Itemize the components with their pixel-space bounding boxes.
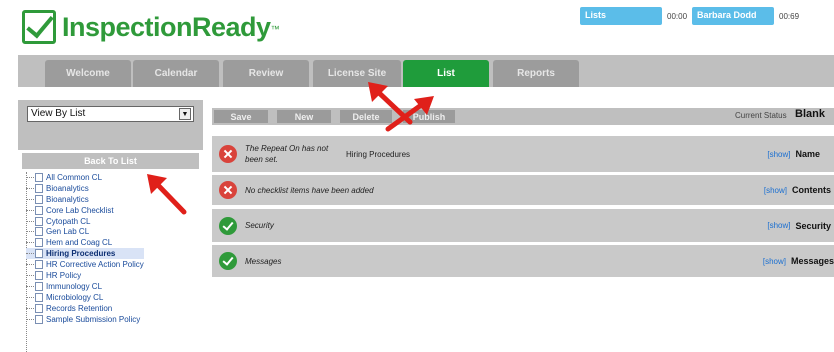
show-link[interactable]: [show] [763,257,786,266]
app-logo: InspectionReady ™ [22,10,280,44]
document-icon [35,292,43,302]
tree-item-selected[interactable]: Hiring Procedures [26,248,144,260]
tree-item[interactable]: Cytopath CL [26,216,144,227]
back-to-list-button[interactable]: Back To List [22,153,199,169]
check-logo-icon [22,10,56,44]
timer-1: 00:00 [667,11,688,21]
tab-review[interactable]: Review [223,60,309,87]
document-icon [35,249,43,259]
row-right: [show] Contents [764,185,831,195]
tree-item[interactable]: Sample Submission Policy [26,314,144,325]
top-status-bar: Lists 00:00 Barbara Dodd 00:69 [580,7,804,25]
row-message: Security [245,221,274,230]
row-right: [show] Security [767,221,831,231]
tab-reports[interactable]: Reports [493,60,579,87]
tree-item[interactable]: Hem and Coag CL [26,237,144,248]
document-icon [35,216,43,226]
row-checklist-name: Hiring Procedures [346,149,411,159]
row-section-name: Contents [792,185,831,195]
row-section-name: Messages [790,256,834,266]
document-icon [35,205,43,215]
row-section-name: Name [795,149,820,159]
document-icon [35,281,43,291]
view-by-select-value: View By List [31,108,86,119]
validation-row-name: The Repeat On has not been set. Hiring P… [212,136,834,172]
delete-button[interactable]: Delete [340,110,392,123]
validation-row-security: Security [show] Security [212,209,834,242]
red-arrow-pointer [147,174,187,215]
error-x-icon [219,145,237,163]
row-message: No checklist items have been added [245,185,374,195]
document-icon [35,314,43,324]
document-icon [35,227,43,237]
tree-item[interactable]: HR Policy [26,270,144,281]
row-message: Messages [245,256,282,266]
current-status-value: Blank [795,108,825,120]
document-icon [35,303,43,313]
tab-calendar[interactable]: Calendar [133,60,219,87]
tree-item[interactable]: Records Retention [26,303,144,314]
dropdown-arrow-icon[interactable]: ▼ [179,108,191,120]
tree-item[interactable]: Bioanalytics [26,194,144,205]
tree-item[interactable]: HR Corrective Action Policy [26,259,144,270]
view-by-select[interactable]: View By List ▼ [27,106,194,122]
row-right: [show] Name [767,149,820,159]
success-check-icon [219,216,237,235]
row-message: The Repeat On has not been set. [245,144,329,164]
checklist-tree: All Common CL Bioanalytics Bioanalytics … [26,172,144,324]
document-icon [35,238,43,248]
tab-welcome[interactable]: Welcome [45,60,131,87]
tab-license-site[interactable]: License Site [313,60,401,87]
current-status-label: Current Status [735,111,787,120]
document-icon [35,260,43,270]
tree-item[interactable]: Immunology CL [26,281,144,292]
lists-pill[interactable]: Lists [580,7,662,25]
document-icon [35,172,43,182]
trademark: ™ [270,24,280,34]
document-icon [35,194,43,204]
validation-row-messages: Messages [show] Messages [212,245,834,277]
tree-item[interactable]: All Common CL [26,172,144,183]
show-link[interactable]: [show] [767,221,790,230]
row-section-name: Security [795,220,831,231]
tree-item[interactable]: Gen Lab CL [26,226,144,237]
tree-item[interactable]: Core Lab Checklist [26,205,144,216]
error-x-icon [219,181,237,199]
save-button[interactable]: Save [214,110,268,123]
show-link[interactable]: [show] [764,186,787,195]
row-right: [show] Messages [763,256,834,266]
document-icon [35,183,43,193]
tree-item[interactable]: Bioanalytics [26,183,144,194]
tree-item[interactable]: Microbiology CL [26,292,144,303]
tab-list[interactable]: List [403,60,489,87]
success-check-icon [219,252,237,270]
timer-2: 00:69 [779,11,800,21]
logo-text: InspectionReady [62,11,271,42]
user-pill[interactable]: Barbara Dodd [692,7,775,25]
publish-button[interactable]: Publish [403,110,455,123]
new-button[interactable]: New [277,110,331,123]
document-icon [35,270,43,280]
show-link[interactable]: [show] [767,150,790,159]
validation-row-contents: No checklist items have been added [show… [212,175,834,205]
